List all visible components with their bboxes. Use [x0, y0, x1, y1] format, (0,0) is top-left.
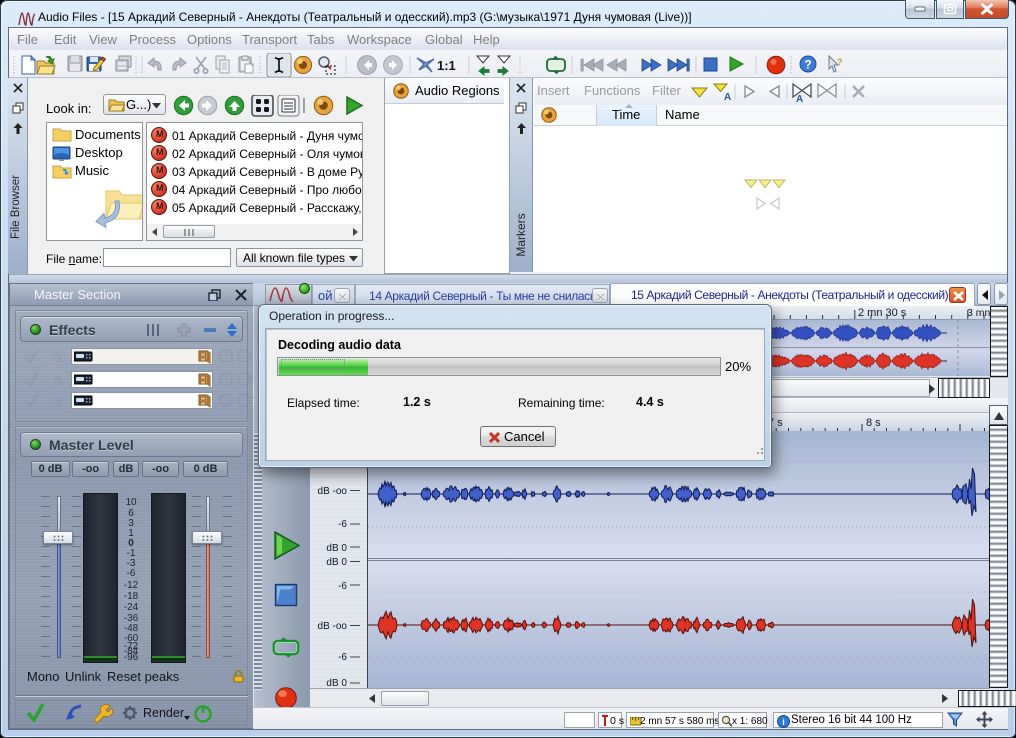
svg-text:A: A	[724, 92, 731, 103]
svg-text:3 mn: 3 mn	[967, 307, 990, 319]
svg-text:dB -oo: dB -oo	[318, 621, 348, 632]
svg-text:-6: -6	[338, 652, 347, 663]
svg-text:1:1: 1:1	[437, 58, 456, 73]
svg-text:i: i	[782, 717, 785, 727]
svg-text:S: S	[54, 373, 63, 388]
svg-text:Render: Render	[143, 706, 184, 720]
svg-text:8 s: 8 s	[866, 417, 881, 429]
svg-text:S: S	[54, 350, 63, 365]
svg-text:A: A	[796, 94, 803, 103]
svg-text:2 mn 30 s: 2 mn 30 s	[858, 307, 907, 319]
svg-text:dB 0: dB 0	[326, 557, 347, 568]
svg-text:dB 0: dB 0	[326, 543, 347, 554]
svg-text:?: ?	[837, 57, 843, 67]
svg-text:-6: -6	[338, 519, 347, 530]
svg-text:?: ?	[804, 58, 811, 72]
svg-text:dB 0: dB 0	[326, 678, 347, 688]
svg-text:dB -oo: dB -oo	[318, 486, 348, 497]
svg-text:-6: -6	[338, 581, 347, 592]
svg-text:S: S	[54, 394, 63, 409]
